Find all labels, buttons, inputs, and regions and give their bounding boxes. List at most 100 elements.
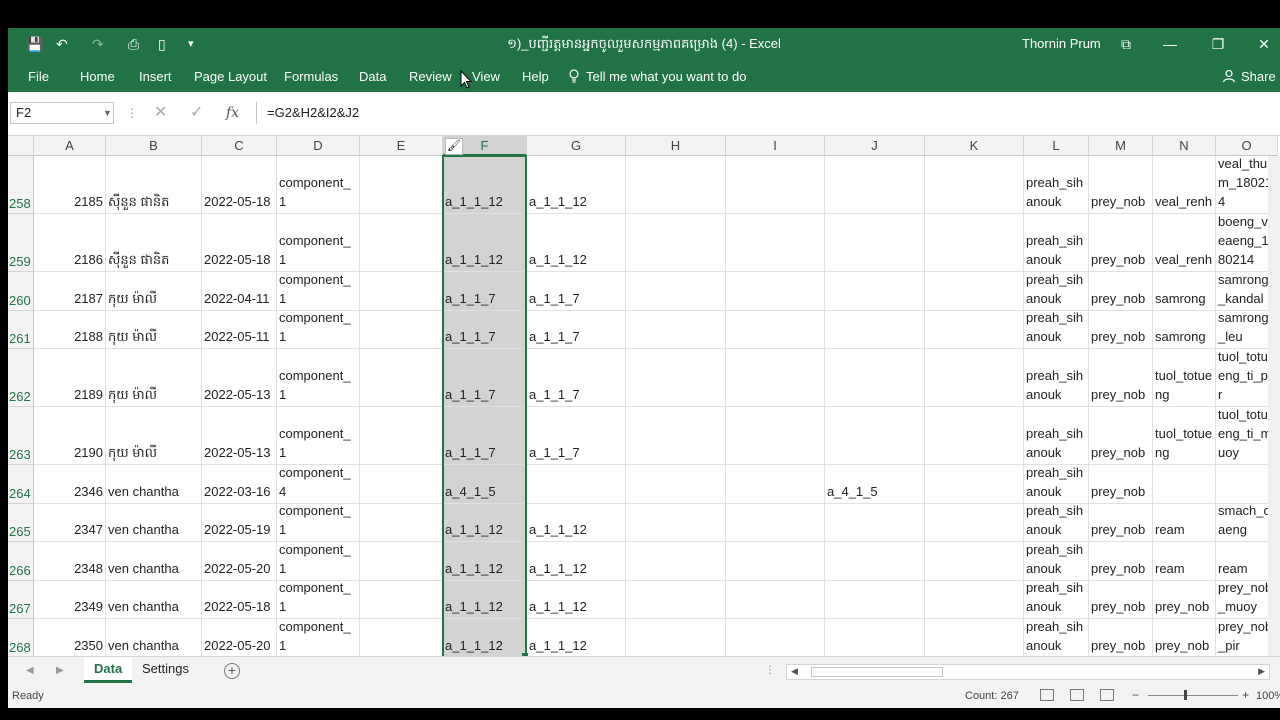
cell-f268[interactable]: a_1_1_12 [443,619,527,656]
sheet-tab-settings[interactable]: Settings [132,657,199,683]
cell-m262[interactable]: prey_nob [1089,349,1153,407]
cell-a264[interactable]: 2346 [34,465,106,504]
cell-j267[interactable] [825,581,925,619]
tab-insert[interactable]: Insert [139,69,172,84]
cell-j261[interactable] [825,311,925,349]
cell-j265[interactable] [825,504,925,542]
row-header[interactable]: 259 [8,214,34,272]
cell-k264[interactable] [925,465,1024,504]
column-header-l[interactable]: L [1024,136,1089,156]
cell-g267[interactable]: a_1_1_12 [527,581,626,619]
zoom-level[interactable]: 100% [1256,690,1280,702]
row-header[interactable]: 263 [8,407,34,465]
cell-g260[interactable]: a_1_1_7 [527,272,626,311]
scroll-left-icon[interactable]: ◀ [26,665,34,676]
cell-k266[interactable] [925,542,1024,581]
cell-f266[interactable]: a_1_1_12 [443,542,527,581]
tab-formulas[interactable]: Formulas [284,69,338,84]
cell-d265[interactable]: component_1 [277,504,360,542]
restore-button[interactable]: ❐ [1198,32,1238,56]
cell-n264[interactable] [1153,465,1216,504]
tell-me-search[interactable]: Tell me what you want to do [586,69,746,84]
cell-n268[interactable]: prey_nob [1153,619,1216,656]
minimize-button[interactable]: — [1150,32,1190,56]
cell-a258[interactable]: 2185 [34,156,106,214]
column-header-k[interactable]: K [925,136,1024,156]
cell-d258[interactable]: component_1 [277,156,360,214]
cell-c264[interactable]: 2022-03-16 [202,465,277,504]
cell-i264[interactable] [726,465,825,504]
tab-page-layout[interactable]: Page Layout [194,69,267,84]
cell-j258[interactable] [825,156,925,214]
horizontal-scrollbar[interactable]: ◀ ▶ [786,664,1270,680]
cell-h258[interactable] [626,156,726,214]
zoom-slider-thumb[interactable] [1184,690,1187,700]
cell-m263[interactable]: prey_nob [1089,407,1153,465]
cell-h264[interactable] [626,465,726,504]
cell-m264[interactable]: prey_nob [1089,465,1153,504]
cell-m267[interactable]: prey_nob [1089,581,1153,619]
row-header[interactable]: 261 [8,311,34,349]
cell-i266[interactable] [726,542,825,581]
cell-j262[interactable] [825,349,925,407]
cell-k259[interactable] [925,214,1024,272]
scroll-right-arrow-icon[interactable]: ▶ [1258,666,1265,677]
cell-e268[interactable] [360,619,443,656]
cell-j259[interactable] [825,214,925,272]
row-header[interactable]: 264 [8,465,34,504]
cell-c265[interactable]: 2022-05-19 [202,504,277,542]
cell-b263[interactable]: កុយ ម៉ាលី [106,407,202,465]
enter-icon[interactable]: ✓ [190,104,203,122]
cell-h267[interactable] [626,581,726,619]
cell-l268[interactable]: preah_sihanouk [1024,619,1089,656]
cell-f262[interactable]: a_1_1_7 [443,349,527,407]
column-header-m[interactable]: M [1089,136,1153,156]
cell-g259[interactable]: a_1_1_12 [527,214,626,272]
cell-h262[interactable] [626,349,726,407]
cell-g268[interactable]: a_1_1_12 [527,619,626,656]
cell-b265[interactable]: ven chantha [106,504,202,542]
column-header-n[interactable]: N [1153,136,1216,156]
cell-k265[interactable] [925,504,1024,542]
normal-view-icon[interactable] [1040,689,1054,701]
cell-l262[interactable]: preah_sihanouk [1024,349,1089,407]
cell-i267[interactable] [726,581,825,619]
insert-function-icon[interactable]: fx [226,104,239,122]
cell-a262[interactable]: 2189 [34,349,106,407]
cell-b262[interactable]: កុយ ម៉ាលី [106,349,202,407]
cell-h261[interactable] [626,311,726,349]
cell-l263[interactable]: preah_sihanouk [1024,407,1089,465]
cell-h268[interactable] [626,619,726,656]
cell-j264[interactable]: a_4_1_5 [825,465,925,504]
cell-n266[interactable]: ream [1153,542,1216,581]
cell-j268[interactable] [825,619,925,656]
share-button[interactable]: Share [1241,69,1276,84]
cell-l267[interactable]: preah_sihanouk [1024,581,1089,619]
cell-m268[interactable]: prey_nob [1089,619,1153,656]
cell-l266[interactable]: preah_sihanouk [1024,542,1089,581]
cell-n265[interactable]: ream [1153,504,1216,542]
user-name[interactable]: Thornin Prum [1022,36,1101,51]
cell-l260[interactable]: preah_sihanouk [1024,272,1089,311]
tab-review[interactable]: Review [409,69,452,84]
page-break-view-icon[interactable] [1100,689,1114,701]
cell-k263[interactable] [925,407,1024,465]
cell-b264[interactable]: ven chantha [106,465,202,504]
cell-e261[interactable] [360,311,443,349]
cell-h260[interactable] [626,272,726,311]
select-all-corner[interactable] [8,136,34,156]
cell-e260[interactable] [360,272,443,311]
sheet-tab-data[interactable]: Data [84,657,133,683]
cell-b268[interactable]: ven chantha [106,619,202,656]
cell-d268[interactable]: component_1 [277,619,360,656]
cell-i263[interactable] [726,407,825,465]
column-header-c[interactable]: C [202,136,277,156]
formula-input[interactable]: =G2&H2&I2&J2 [256,102,1278,124]
cell-f258[interactable]: a_1_1_12 [443,156,527,214]
tab-help[interactable]: Help [522,69,549,84]
cell-k268[interactable] [925,619,1024,656]
cell-m260[interactable]: prey_nob [1089,272,1153,311]
column-header-j[interactable]: J [825,136,925,156]
cell-e267[interactable] [360,581,443,619]
cell-a265[interactable]: 2347 [34,504,106,542]
